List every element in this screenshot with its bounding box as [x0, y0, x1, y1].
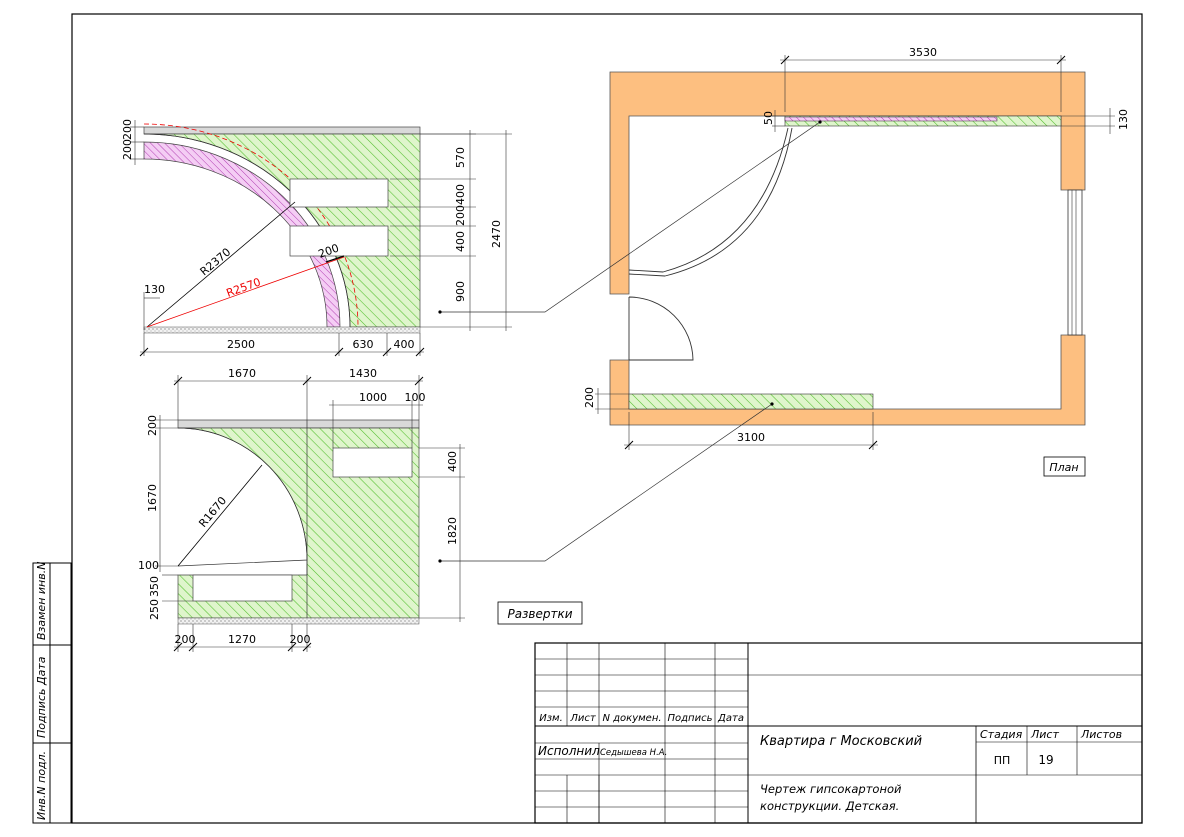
col-list: Лист: [569, 713, 597, 724]
plan-view: 3530 3100 50 130 200 План: [583, 46, 1130, 477]
elev2-niche: [192, 574, 293, 602]
stage-label: Стадия: [980, 728, 1023, 741]
side-inv-podl: Инв.N подл.: [35, 751, 48, 820]
elev2-dim-200b1: 200: [175, 633, 196, 646]
elev1-dim-200b: 200: [454, 205, 467, 226]
leader-lines: [438, 120, 822, 563]
elev1-r2370: R2370: [198, 245, 234, 278]
plan-dim-130: 130: [1117, 109, 1130, 130]
plan-gk-bottom: [628, 393, 874, 410]
plan-wall-top-left: [609, 71, 1086, 295]
sheet-value: 19: [1038, 753, 1053, 767]
description-line-2: конструкции. Детская.: [760, 799, 899, 813]
elev2-dim-200top: 200: [146, 415, 159, 436]
elev2-dim-100: 100: [405, 391, 426, 404]
razvertki-label: Развертки: [507, 607, 572, 621]
plan-dim-200: 200: [583, 387, 596, 408]
executed-name: Седышева Н.А.: [600, 748, 667, 758]
elev2-dim-250: 250: [148, 599, 161, 620]
plan-door: [628, 296, 694, 361]
elev2-dim-400: 400: [446, 451, 459, 472]
elev2-dim-200b3: 200: [290, 633, 311, 646]
elev1-dim-top-b: 200: [121, 139, 134, 160]
elev2-dim-1000: 1000: [359, 391, 387, 404]
plan-wall-bottom: [609, 334, 1086, 426]
plan-arch-curve-2: [628, 127, 793, 277]
title-block-text: Изм. Лист N докумен. Подпись Дата Исполн…: [538, 713, 1122, 813]
stage-value: ПП: [994, 754, 1011, 767]
plan-dim-3100: 3100: [737, 431, 765, 444]
col-doc: N докумен.: [602, 713, 661, 724]
side-stamp: Инв.N подл. Подпись Дата Взамен инв.N: [32, 562, 72, 824]
col-data: Дата: [717, 713, 744, 724]
elev1-dim-570: 570: [454, 147, 467, 168]
sheet-label: Лист: [1030, 728, 1059, 741]
elev1-dim-630: 630: [353, 338, 374, 351]
elev2-floor: [177, 617, 420, 625]
project-title: Квартира г Московский: [760, 734, 922, 749]
elevation-1: R2370 R2570 200 200 200 130 2500 630 400: [121, 119, 512, 357]
executed-label: Исполнил: [538, 744, 600, 758]
plan-dim-3530: 3530: [909, 46, 937, 59]
elev1-dim-400: 400: [394, 338, 415, 351]
plan-arch-curve-1: [628, 127, 789, 273]
elev2-dim-1670: 1670: [228, 367, 256, 380]
elev2-window: [332, 447, 413, 478]
elev1-dim-130: 130: [144, 283, 165, 296]
elev2-dim-100l: 100: [138, 559, 159, 572]
elev2-dim-1670v: 1670: [146, 484, 159, 512]
side-vzamen: Взамен инв.N: [35, 562, 48, 640]
elev1-dim-2470: 2470: [490, 220, 503, 248]
elev2-dim-350: 350: [148, 576, 161, 597]
side-podpis-data: Подпись Дата: [35, 656, 48, 738]
elev1-dim-top-a: 200: [121, 119, 134, 140]
elev2-dim-1270: 1270: [228, 633, 256, 646]
elev1-dim-400b: 400: [454, 231, 467, 252]
elev1-dim-400a: 400: [454, 184, 467, 205]
col-izm: Изм.: [539, 713, 563, 724]
col-podpis: Подпись: [668, 713, 713, 724]
plan-dim-50: 50: [762, 111, 775, 125]
elev1-floor: [143, 326, 421, 334]
elev1-dim-2500: 2500: [227, 338, 255, 351]
plan-window: [1067, 189, 1083, 336]
elev1-niche-1: [289, 178, 389, 208]
elev2-dim-1430: 1430: [349, 367, 377, 380]
elev2-dim-1820: 1820: [446, 517, 459, 545]
elev1-dim-900: 900: [454, 281, 467, 302]
drawing-sheet: Инв.N подл. Подпись Дата Взамен инв.N 35…: [32, 13, 1143, 824]
plan-gk-top-inner: [784, 116, 998, 122]
elev2-radius: [177, 464, 263, 567]
sheets-label: Листов: [1080, 728, 1122, 741]
elevation-2: R1670 1670 1430 1000 100 200 1670 100 35: [138, 367, 465, 652]
plan-label: План: [1049, 461, 1078, 474]
elev1-r2570: R2570: [225, 275, 263, 299]
description-line-1: Чертеж гипсокартоной: [760, 782, 902, 796]
